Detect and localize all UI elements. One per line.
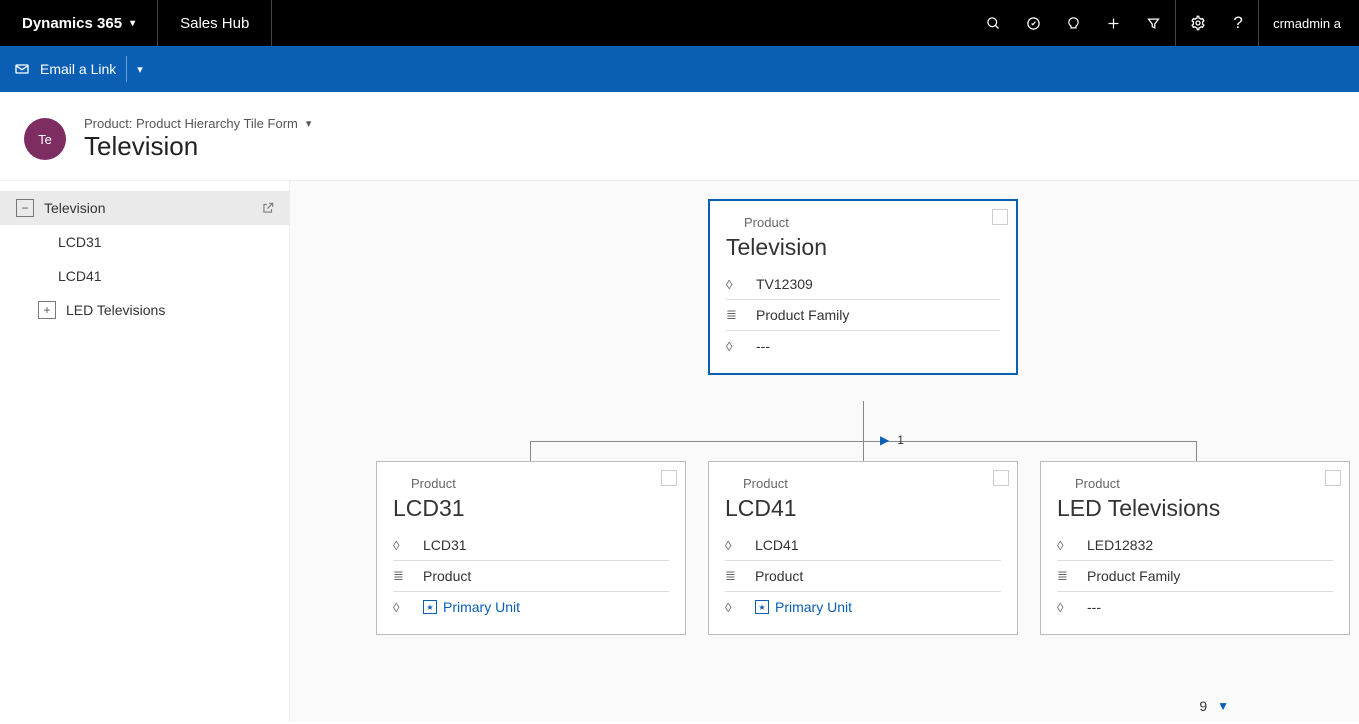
tag-icon: ◊ — [393, 600, 409, 615]
help-icon[interactable]: ? — [1218, 0, 1258, 46]
tag-icon: ◊ — [725, 600, 741, 615]
pager-next[interactable]: ▶ 1 — [880, 433, 904, 447]
arrow-right-icon: ▶ — [880, 433, 889, 447]
tile-title: LCD41 — [725, 495, 1001, 522]
tile-unit: --- — [756, 338, 770, 354]
tile-unit: --- — [1087, 599, 1101, 615]
tile-product-id: LCD41 — [755, 537, 799, 553]
tile-product-id: LED12832 — [1087, 537, 1153, 553]
collapse-icon[interactable] — [16, 199, 34, 217]
tile-structure: Product — [755, 568, 803, 584]
record-count[interactable]: 9 ▼ — [1199, 698, 1229, 714]
tag-icon: ◊ — [725, 538, 741, 553]
tile-product-id: LCD31 — [423, 537, 467, 553]
record-avatar: Te — [24, 118, 66, 160]
assistant-icon[interactable] — [1053, 0, 1093, 46]
tag-icon: ◊ — [1057, 538, 1073, 553]
app-switcher[interactable]: Dynamics 365 ▾ — [0, 0, 158, 46]
task-flow-icon[interactable] — [1013, 0, 1053, 46]
tile-entity-label: Product — [744, 215, 1000, 230]
unit-link[interactable]: ★ Primary Unit — [423, 599, 520, 615]
tile-structure: Product Family — [756, 307, 849, 323]
chevron-down-icon: ▾ — [130, 18, 135, 29]
record-title: Television — [84, 131, 311, 162]
tile-select-box[interactable] — [661, 470, 677, 486]
tile-led-televisions[interactable]: Product LED Televisions ◊ LED12832 ≣ Pro… — [1040, 461, 1350, 635]
list-icon: ≣ — [725, 568, 741, 584]
list-icon: ≣ — [726, 307, 742, 323]
chevron-down-icon: ▾ — [306, 117, 312, 130]
tile-product-id: TV12309 — [756, 276, 813, 292]
list-icon: ≣ — [1057, 568, 1073, 584]
app-name[interactable]: Sales Hub — [158, 0, 272, 46]
expand-icon[interactable] — [38, 301, 56, 319]
tile-structure: Product — [423, 568, 471, 584]
hierarchy-tree: Television LCD31 LCD41 LED Televisions — [0, 181, 290, 722]
hierarchy-canvas[interactable]: ▶ 1 Product Television ◊ TV12309 ≣ Produ… — [290, 181, 1359, 722]
global-nav-bar: Dynamics 365 ▾ Sales Hub ? crm — [0, 0, 1359, 46]
page-header: Te Product: Product Hierarchy Tile Form … — [0, 92, 1359, 180]
command-bar: Email a Link ▾ — [0, 46, 1359, 92]
list-icon: ≣ — [393, 568, 409, 584]
add-icon[interactable] — [1093, 0, 1133, 46]
tree-node-lcd41[interactable]: LCD41 — [0, 259, 289, 293]
tile-title: LCD31 — [393, 495, 669, 522]
tile-lcd31[interactable]: Product LCD31 ◊ LCD31 ≣ Product ◊ ★ Prim… — [376, 461, 686, 635]
unit-icon: ★ — [755, 600, 769, 614]
divider — [126, 56, 127, 82]
tile-select-box[interactable] — [992, 209, 1008, 225]
email-a-link-button[interactable]: Email a Link — [14, 61, 116, 77]
tag-icon: ◊ — [1057, 600, 1073, 615]
user-menu[interactable]: crmadmin a — [1258, 0, 1359, 46]
tile-select-box[interactable] — [1325, 470, 1341, 486]
settings-icon[interactable] — [1178, 0, 1218, 46]
tree-node-lcd31[interactable]: LCD31 — [0, 225, 289, 259]
chevron-down-icon: ▼ — [1217, 699, 1229, 713]
tile-structure: Product Family — [1087, 568, 1180, 584]
tile-lcd41[interactable]: Product LCD41 ◊ LCD41 ≣ Product ◊ ★ Prim… — [708, 461, 1018, 635]
tile-entity-label: Product — [1075, 476, 1333, 491]
tag-icon: ◊ — [726, 277, 742, 292]
tree-node-led-televisions[interactable]: LED Televisions — [0, 293, 289, 327]
tile-select-box[interactable] — [993, 470, 1009, 486]
brand-label: Dynamics 365 — [22, 15, 122, 32]
tile-title: LED Televisions — [1057, 495, 1333, 522]
tile-title: Television — [726, 234, 1000, 261]
unit-icon: ★ — [423, 600, 437, 614]
tile-entity-label: Product — [743, 476, 1001, 491]
open-record-icon[interactable] — [261, 201, 275, 215]
tag-icon: ◊ — [393, 538, 409, 553]
search-icon[interactable] — [973, 0, 1013, 46]
filter-icon[interactable] — [1133, 0, 1173, 46]
tile-entity-label: Product — [411, 476, 669, 491]
form-selector[interactable]: Product: Product Hierarchy Tile Form ▾ — [84, 116, 311, 131]
tile-television[interactable]: Product Television ◊ TV12309 ≣ Product F… — [708, 199, 1018, 375]
chevron-down-icon[interactable]: ▾ — [137, 63, 143, 76]
tree-node-television[interactable]: Television — [0, 191, 289, 225]
tag-icon: ◊ — [726, 339, 742, 354]
unit-link[interactable]: ★ Primary Unit — [755, 599, 852, 615]
